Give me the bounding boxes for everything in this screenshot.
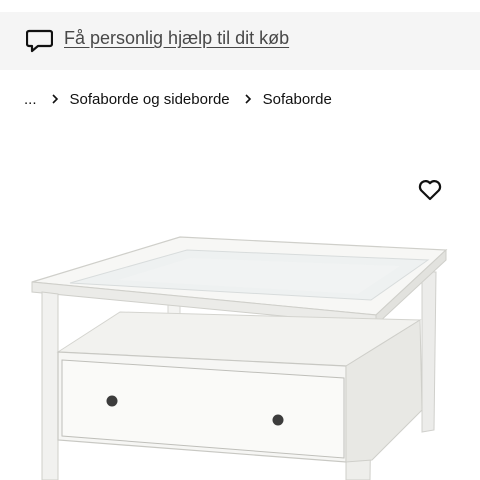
breadcrumb: ... Sofaborde og sideborde Sofaborde <box>24 89 332 109</box>
breadcrumb-ellipsis[interactable]: ... <box>24 91 37 108</box>
product-image[interactable] <box>0 220 480 480</box>
chat-bubble-icon <box>26 29 53 53</box>
help-banner: Få personlig hjælp til dit køb <box>0 12 480 70</box>
breadcrumb-item-sofaborde-og-sideborde[interactable]: Sofaborde og sideborde <box>70 91 230 108</box>
breadcrumb-item-sofaborde[interactable]: Sofaborde <box>263 91 332 108</box>
heart-outline-icon <box>418 180 442 201</box>
coffee-table-illustration <box>31 236 448 480</box>
chevron-right-icon <box>51 94 58 104</box>
personal-help-link[interactable]: Få personlig hjælp til dit køb <box>64 28 289 49</box>
favourite-button[interactable] <box>416 176 444 204</box>
chevron-right-icon <box>245 94 251 104</box>
